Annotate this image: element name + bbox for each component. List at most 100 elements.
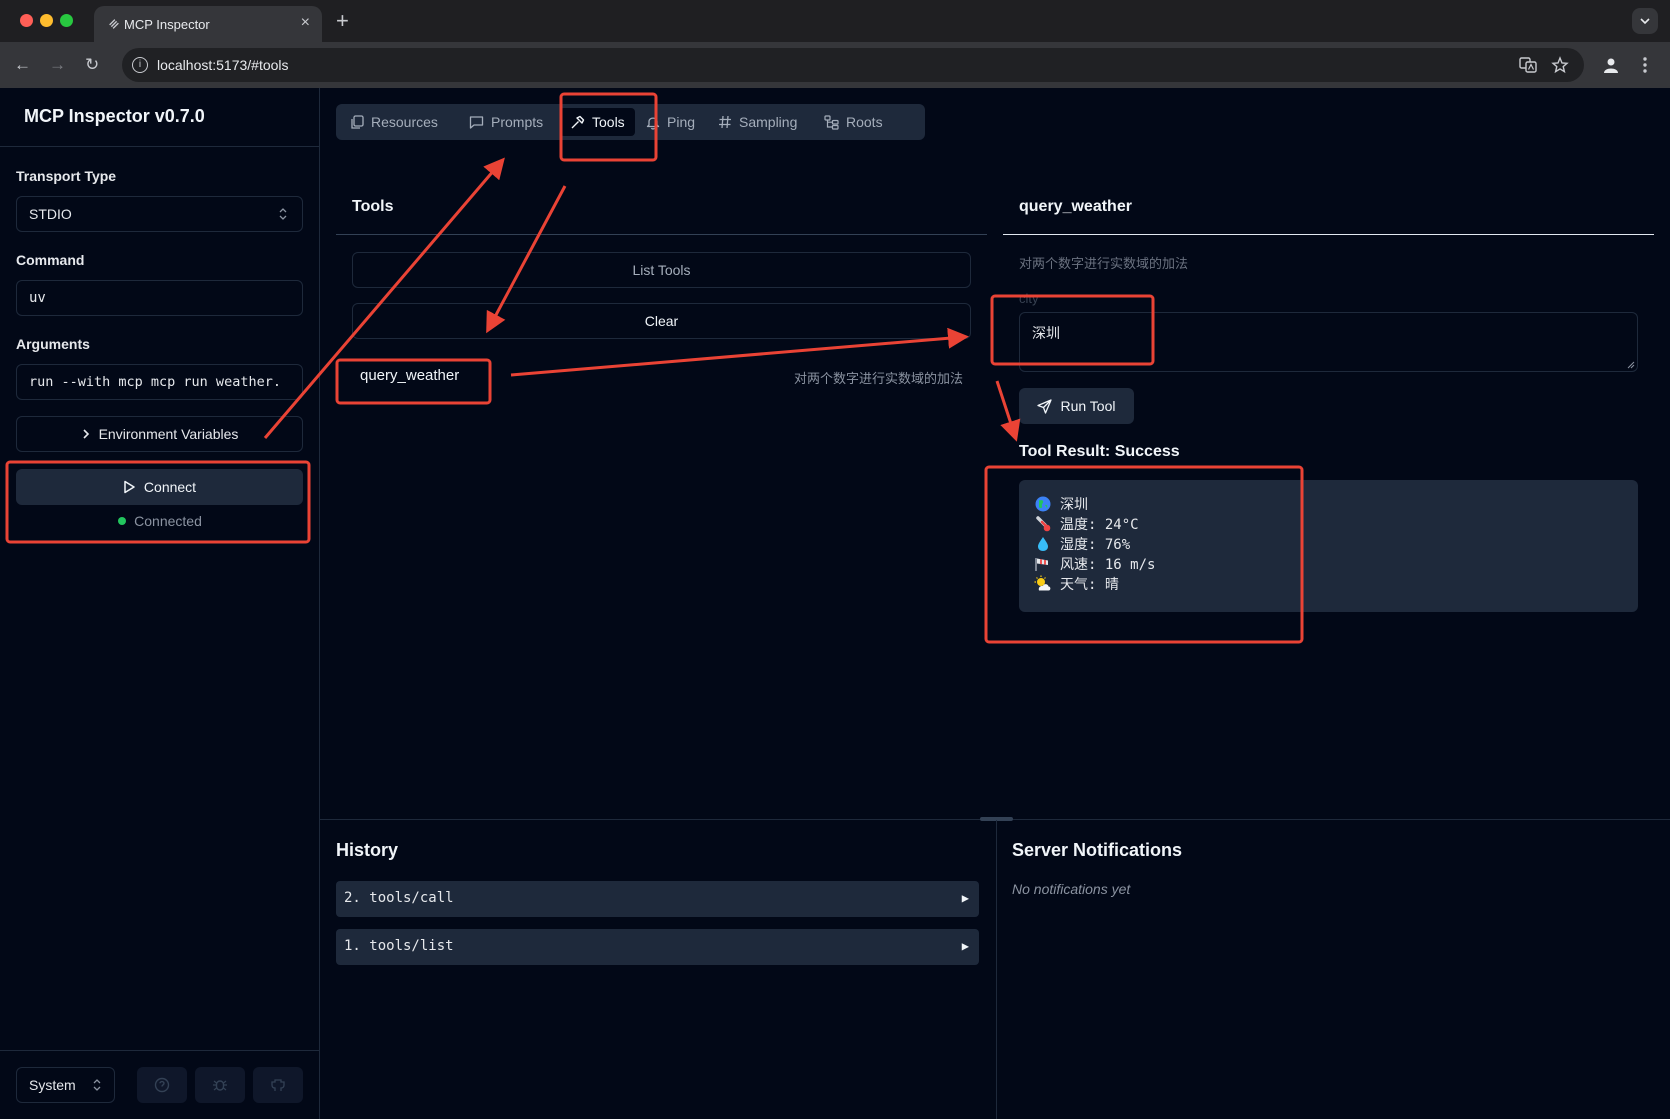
tab-tools[interactable]: Tools — [560, 108, 635, 136]
back-button[interactable]: ← — [14, 55, 31, 75]
reload-button[interactable]: ↻ — [85, 55, 99, 75]
mcp-logo-icon — [109, 19, 119, 29]
city-input-value: 深圳 — [1032, 325, 1060, 341]
result-line-temperature-text: 温度: 24°C — [1060, 517, 1139, 533]
bookmark-star-icon[interactable] — [1551, 56, 1569, 74]
theme-select[interactable]: System — [16, 1067, 115, 1103]
sidebar-bottom-divider — [0, 1050, 319, 1051]
result-line-wind: 风速: 16 m/s — [1034, 554, 1623, 574]
tab-roots-label: Roots — [846, 114, 883, 130]
tab-tools-label: Tools — [592, 114, 625, 130]
connect-button[interactable]: Connect — [16, 469, 303, 505]
tool-item-description: 对两个数字进行实数域的加法 — [793, 371, 963, 386]
history-item[interactable]: 1. tools/list ▶ — [336, 929, 979, 965]
tab-title: MCP Inspector — [124, 17, 210, 32]
help-button[interactable] — [137, 1067, 187, 1103]
arguments-label: Arguments — [16, 336, 90, 352]
thermometer-icon — [1036, 516, 1051, 532]
expand-triangle-icon[interactable]: ▶ — [962, 891, 969, 905]
tool-result-box: 深圳 温度: 24°C 湿度: 76% 风速: 16 m/s 天气: 晴 — [1019, 480, 1638, 612]
new-tab-button[interactable]: + — [336, 8, 349, 34]
clear-button[interactable]: Clear — [352, 303, 971, 339]
close-tab-icon[interactable]: × — [301, 14, 310, 32]
tab-resources-label: Resources — [371, 114, 438, 130]
top-tabs: Resources Prompts Tools Ping Sampling Ro… — [336, 104, 925, 140]
message-square-icon — [469, 115, 484, 129]
result-line-temperature: 温度: 24°C — [1034, 514, 1623, 534]
expand-triangle-icon[interactable]: ▶ — [962, 939, 969, 953]
result-line-city-text: 深圳 — [1060, 497, 1088, 513]
city-input[interactable]: 深圳 — [1019, 312, 1638, 372]
browser-menu-icon[interactable] — [1642, 56, 1648, 74]
tool-detail-title: query_weather — [1019, 198, 1132, 215]
tab-ping[interactable]: Ping — [636, 108, 705, 136]
command-label: Command — [16, 252, 85, 268]
result-line-wind-text: 风速: 16 m/s — [1060, 557, 1156, 573]
site-info-icon[interactable]: i — [132, 57, 148, 73]
translate-icon[interactable] — [1519, 56, 1537, 74]
profile-icon[interactable] — [1602, 56, 1620, 74]
close-window-button[interactable] — [20, 14, 33, 27]
tool-item-name[interactable]: query_weather — [360, 367, 459, 384]
connect-label: Connect — [143, 479, 197, 495]
result-line-weather-text: 天气: 晴 — [1060, 577, 1119, 593]
play-icon — [124, 480, 135, 494]
result-line-weather: 天气: 晴 — [1034, 574, 1623, 594]
sidebar: MCP Inspector v0.7.0 Transport Type STDI… — [0, 88, 320, 1119]
zoom-window-button[interactable] — [60, 14, 73, 27]
wind-icon — [1035, 558, 1048, 571]
environment-variables-label: Environment Variables — [98, 426, 239, 442]
connection-status: Connected — [0, 513, 320, 529]
tool-result-title: Tool Result: Success — [1019, 443, 1180, 460]
arguments-input[interactable]: run --with mcp mcp run weather. — [16, 364, 303, 400]
mcp-inspector-app: MCP Inspector v0.7.0 Transport Type STDI… — [0, 88, 1670, 1119]
github-icon — [271, 1079, 285, 1091]
list-tools-button[interactable]: List Tools — [352, 252, 971, 288]
tab-roots[interactable]: Roots — [814, 108, 893, 136]
tab-sampling[interactable]: Sampling — [708, 108, 807, 136]
run-tool-label: Run Tool — [1060, 398, 1116, 414]
chevron-up-down-icon — [93, 1079, 101, 1091]
tab-prompts-label: Prompts — [491, 114, 544, 130]
history-item[interactable]: 2. tools/call ▶ — [336, 881, 979, 917]
history-title: History — [336, 840, 399, 860]
bottom-vertical-divider — [996, 820, 997, 1119]
history-item-label: 1. tools/list — [344, 938, 454, 954]
github-button[interactable] — [253, 1067, 303, 1103]
tool-detail-divider — [1003, 234, 1654, 235]
folder-tree-icon — [824, 114, 839, 130]
run-tool-button[interactable]: Run Tool — [1019, 388, 1134, 424]
bug-report-button[interactable] — [195, 1067, 245, 1103]
city-param-label: city — [1019, 291, 1039, 306]
history-item-label: 2. tools/call — [344, 890, 454, 906]
chevron-up-down-icon — [279, 208, 287, 220]
files-icon — [351, 114, 364, 129]
minimize-window-button[interactable] — [40, 14, 53, 27]
tab-prompts[interactable]: Prompts — [459, 108, 553, 136]
sun-cloud-icon — [1034, 575, 1051, 591]
browser-tab-strip: MCP Inspector × + — [0, 0, 1670, 42]
status-dot — [118, 517, 127, 525]
chevron-down-icon — [1640, 18, 1650, 25]
browser-tab[interactable]: MCP Inspector × — [94, 6, 322, 42]
tab-search-button[interactable] — [1632, 8, 1658, 34]
transport-type-value: STDIO — [29, 206, 72, 222]
url-text: localhost:5173/#tools — [157, 57, 289, 73]
bell-icon — [646, 116, 660, 130]
address-bar[interactable]: i localhost:5173/#tools — [122, 48, 1584, 82]
transport-type-select[interactable]: STDIO — [16, 196, 303, 232]
hammer-icon — [571, 115, 585, 128]
tool-detail-description: 对两个数字进行实数域的加法 — [1019, 256, 1189, 271]
resize-handle-icon[interactable] — [1627, 361, 1635, 369]
hash-icon — [719, 115, 731, 129]
transport-type-label: Transport Type — [16, 168, 117, 184]
environment-variables-button[interactable]: Environment Variables — [16, 416, 303, 452]
send-icon — [1037, 398, 1053, 414]
tab-resources[interactable]: Resources — [340, 108, 448, 136]
command-input[interactable]: uv — [16, 280, 303, 316]
tab-ping-label: Ping — [667, 114, 696, 130]
tools-panel-title: Tools — [352, 198, 394, 215]
tab-sampling-label: Sampling — [739, 114, 798, 130]
main-content: Resources Prompts Tools Ping Sampling Ro… — [320, 88, 1670, 1119]
forward-button[interactable]: → — [49, 55, 66, 75]
